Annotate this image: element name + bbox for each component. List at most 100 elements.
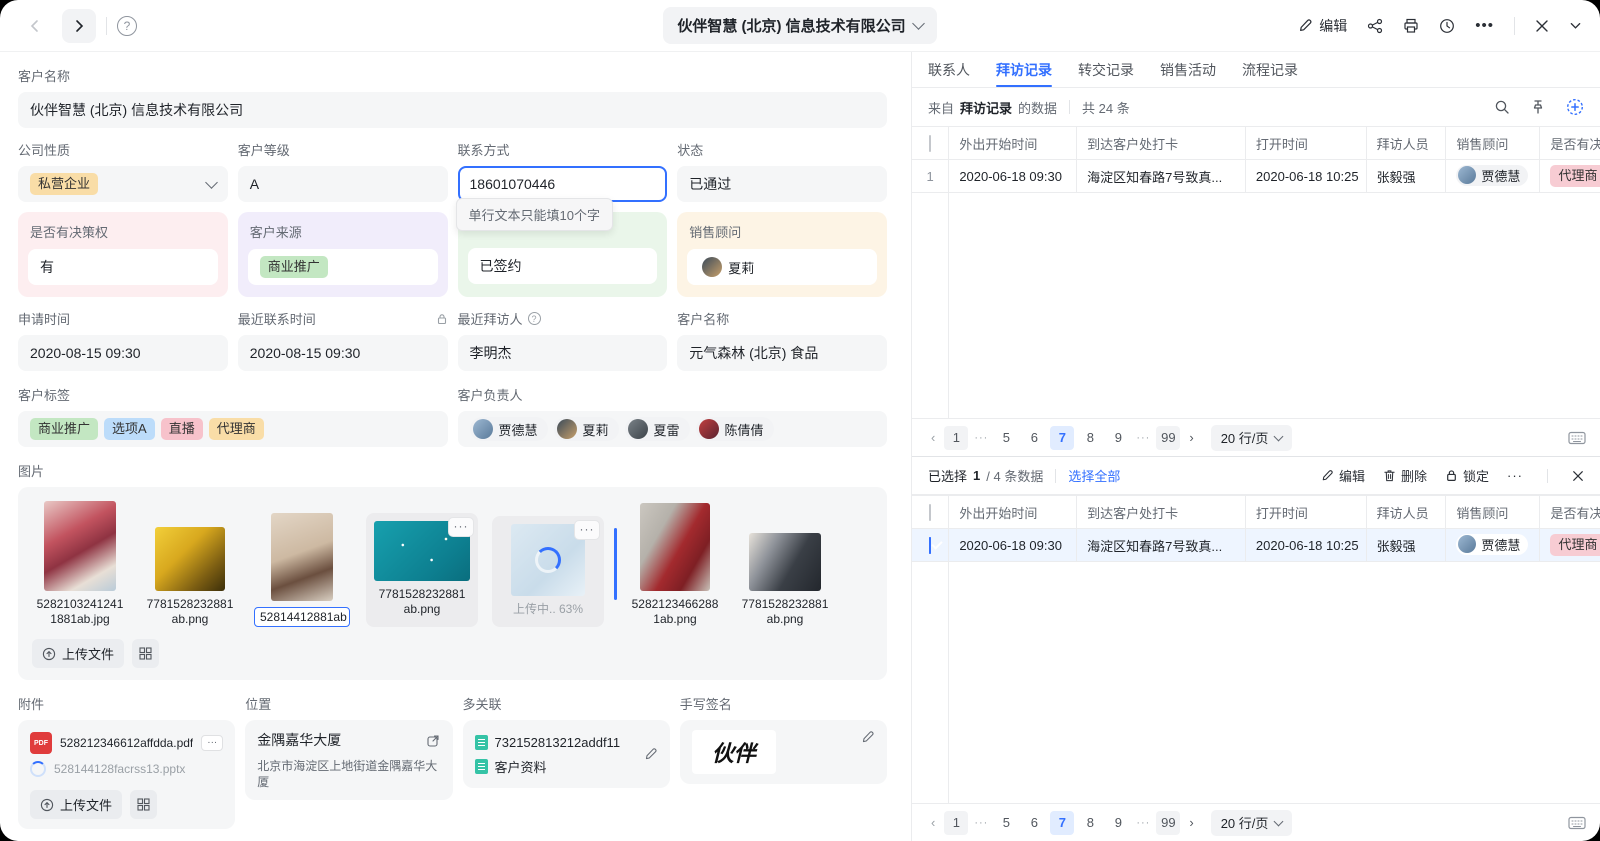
column-header[interactable]: 打开时间 [1245,126,1367,160]
company-type-select[interactable]: 私营企业 [18,166,228,202]
page-button[interactable]: 9 [1106,426,1130,450]
print-icon[interactable] [1403,18,1419,34]
column-header[interactable]: 外出开始时间 [948,495,1078,529]
record-title-dropdown[interactable]: 伙伴智慧 (北京) 信息技术有限公司 [663,7,937,44]
attachment-item[interactable]: PDF 528212346612affdda.pdf ··· [30,730,224,756]
contact-input[interactable]: 18601070446 [457,166,668,202]
image-attachment-hover[interactable]: ··· 7781528232881 ab.png [366,513,478,627]
upload-file-button[interactable]: 上传文件 [30,790,123,819]
cell-advisor[interactable]: 贾德慧 [1445,159,1541,193]
cell-checkin[interactable]: 海淀区知春路7号致真... [1076,528,1246,562]
related-customer-field[interactable]: 元气森林 (北京) 食品 [677,335,887,371]
image-attachment[interactable]: 5282103241241 1881ab.jpg [32,501,128,627]
person-chip[interactable]: 贾德慧 [1456,164,1529,186]
keyboard-shortcuts-icon[interactable] [1568,431,1586,445]
sign-status-field[interactable]: 已签约 [467,248,658,284]
next-page-icon[interactable]: › [1184,815,1198,830]
column-header[interactable]: 到达客户处打卡 [1076,126,1246,160]
share-icon[interactable] [1367,18,1383,34]
tab-contacts[interactable]: 联系人 [928,52,970,87]
checkbox-checked[interactable] [929,536,932,554]
column-header[interactable]: 拜访人员 [1366,126,1447,160]
page-button[interactable]: 99 [1156,425,1181,450]
select-all-cell[interactable] [912,495,950,529]
last-visitor-field[interactable]: 李明杰 [457,335,668,371]
relation-item[interactable]: 732152813212addf11 [474,730,644,754]
image-attachment-renaming[interactable]: 52814412881ab [252,513,352,627]
back-button[interactable] [18,9,52,43]
page-button[interactable]: 1 [944,425,969,450]
column-header[interactable]: 是否有决策权 [1539,126,1600,160]
lock-selected-button[interactable]: 锁定 [1445,466,1489,485]
edit-signature-icon[interactable] [861,730,875,744]
page-size-select[interactable]: 20 行/页 [1210,424,1293,451]
table-row-selected[interactable]: 2020-06-18 09:30 海淀区知春路7号致真... 2020-06-1… [912,528,1600,562]
row-checkbox-cell[interactable] [912,528,950,562]
more-actions-button[interactable]: ··· [1507,468,1523,483]
signature-field[interactable]: 伙伴 [679,720,887,784]
cell-open-time[interactable]: 2020-06-18 10:25 [1245,528,1367,562]
sales-advisor-field[interactable]: 夏莉 [687,249,877,285]
customer-tags-field[interactable]: 商业推广 选项A 直播 代理商 [18,411,448,447]
cell-decision[interactable]: 代理商 [1539,159,1600,193]
page-button[interactable]: 9 [1106,811,1130,835]
image-attachment[interactable]: 7781528232881 ab.png [737,533,833,627]
rename-input[interactable]: 52814412881ab [254,607,350,627]
tag[interactable]: 商业推广 [30,418,99,440]
tab-visit-records[interactable]: 拜访记录 [996,52,1052,87]
row-number[interactable]: 1 [912,159,950,193]
location-field[interactable]: 金隅嘉华大厦 北京市海淀区上地街道金隅嘉华大厦 [245,720,453,800]
search-icon[interactable] [1494,99,1510,115]
customer-level-field[interactable]: A [237,166,448,202]
more-icon[interactable]: ••• [1475,17,1494,34]
upload-file-button[interactable]: 上传文件 [32,639,125,668]
column-header[interactable]: 是否有决策权 [1539,495,1600,529]
page-button[interactable]: 5 [994,426,1018,450]
help-icon[interactable]: ? [117,15,137,36]
add-record-icon[interactable] [1566,98,1584,116]
cell-checkin[interactable]: 海淀区知春路7号致真... [1076,159,1246,193]
relation-item[interactable]: 客户资料 [474,754,644,778]
keyboard-shortcuts-icon[interactable] [1568,816,1586,830]
select-all-link[interactable]: 选择全部 [1068,466,1120,485]
column-header[interactable]: 打开时间 [1245,495,1367,529]
cell-visitor[interactable]: 张毅强 [1366,159,1447,193]
page-button[interactable]: 99 [1156,810,1181,835]
last-contact-time-field[interactable]: 2020-08-15 09:30 [237,335,448,371]
column-header[interactable]: 拜访人员 [1366,495,1447,529]
open-map-icon[interactable] [426,733,441,748]
image-more-button[interactable]: ··· [574,520,600,540]
page-button[interactable]: 6 [1022,426,1046,450]
tab-sales-activities[interactable]: 销售活动 [1160,52,1216,87]
person-chip[interactable]: 夏雷 [624,417,690,441]
delete-selected-button[interactable]: 删除 [1383,466,1427,485]
page-button[interactable]: 1 [944,810,969,835]
info-icon[interactable]: ? [527,312,541,325]
page-button[interactable]: 8 [1078,811,1102,835]
table-row[interactable]: 1 2020-06-18 09:30 海淀区知春路7号致真... 2020-06… [912,159,1600,193]
page-button[interactable]: 6 [1022,811,1046,835]
next-page-icon[interactable]: › [1184,430,1198,445]
collapse-icon[interactable] [1569,19,1582,32]
person-chip[interactable]: 贾德慧 [469,417,548,441]
image-uploading[interactable]: ··· 上传中.. 63% [492,516,604,627]
current-page-button[interactable]: 7 [1050,425,1075,450]
edit-button[interactable]: 编辑 [1298,16,1347,36]
select-all-cell[interactable] [912,126,950,160]
cell-visitor[interactable]: 张毅强 [1366,528,1447,562]
prev-page-icon[interactable]: ‹ [926,430,940,445]
relations-field[interactable]: 732152813212addf11 客户资料 [462,720,670,788]
column-header[interactable]: 到达客户处打卡 [1076,495,1246,529]
apply-time-field[interactable]: 2020-08-15 09:30 [18,335,228,371]
history-icon[interactable] [1439,18,1455,34]
image-more-button[interactable]: ··· [448,517,474,537]
pin-icon[interactable] [1530,99,1546,115]
person-chip[interactable]: 夏莉 [699,255,765,279]
close-icon[interactable] [1535,19,1549,33]
cell-open-time[interactable]: 2020-06-18 10:25 [1245,159,1367,193]
cell-start-time[interactable]: 2020-06-18 09:30 [948,159,1078,193]
tag[interactable]: 选项A [104,418,155,440]
attachment-item-uploading[interactable]: 528144128facrss13.pptx [30,756,223,782]
customer-name-field[interactable]: 伙伴智慧 (北京) 信息技术有限公司 [18,92,887,128]
checkbox[interactable] [929,134,932,152]
